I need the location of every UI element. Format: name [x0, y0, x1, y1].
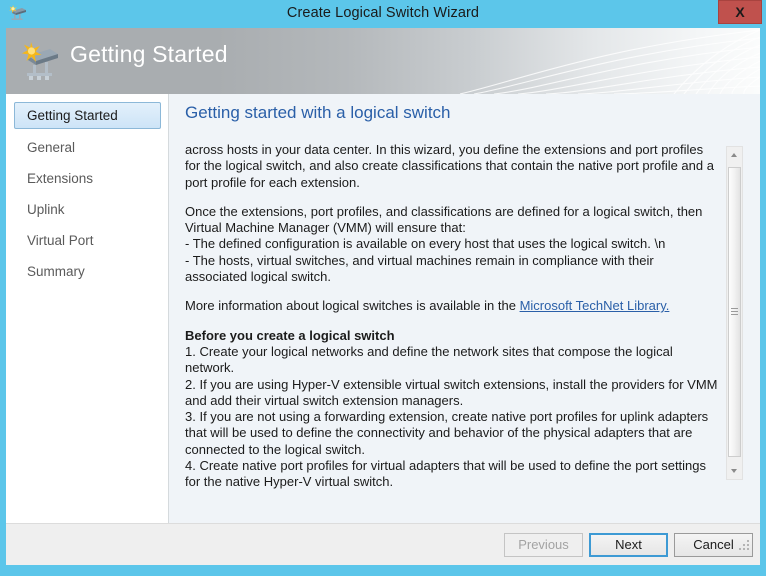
close-button[interactable]: X: [718, 0, 762, 24]
wizard-steps-sidebar: Getting Started General Extensions Uplin…: [6, 94, 169, 523]
paragraph-vmm-line-3: - The hosts, virtual switches, and virtu…: [185, 252, 654, 285]
scrollbar-thumb[interactable]: [728, 167, 741, 457]
sidebar-item-general[interactable]: General: [14, 134, 161, 161]
before-step-4: 4. Create native port profiles for virtu…: [185, 458, 707, 490]
logical-switch-icon: [20, 39, 64, 83]
wizard-footer: Previous Next Cancel: [6, 523, 760, 565]
chevron-up-icon[interactable]: [727, 147, 742, 164]
sidebar-item-summary[interactable]: Summary: [14, 258, 161, 285]
chevron-down-icon[interactable]: [727, 462, 742, 479]
before-step-2: 2. If you are using Hyper-V extensible v…: [185, 376, 718, 408]
before-you-create-heading: Before you create a logical switch: [185, 327, 395, 343]
wizard-window: Create Logical Switch Wizard X Getting S…: [0, 0, 766, 576]
paragraph-vmm-line-2: - The defined configuration is available…: [185, 236, 666, 252]
title-bar: Create Logical Switch Wizard X: [0, 0, 766, 28]
resize-grip-icon[interactable]: [739, 540, 751, 552]
before-step-1: 1. Create your logical networks and defi…: [185, 343, 673, 376]
window-title: Create Logical Switch Wizard: [286, 5, 480, 21]
sidebar-item-virtual-port[interactable]: Virtual Port: [14, 227, 161, 254]
next-button[interactable]: Next: [589, 533, 668, 557]
banner-title: Getting Started: [70, 41, 228, 67]
banner-mesh-decoration: [460, 29, 760, 94]
wizard-content-panel: Getting started with a logical switch ac…: [169, 94, 760, 523]
paragraph-vmm-line-1: Once the extensions, port profiles, and …: [185, 203, 703, 236]
previous-button[interactable]: Previous: [504, 533, 583, 557]
content-scroll-area[interactable]: across hosts in your data center. In thi…: [169, 142, 760, 523]
sidebar-item-uplink[interactable]: Uplink: [14, 196, 161, 223]
before-step-3: 3. If you are not using a forwarding ext…: [185, 409, 709, 457]
wizard-banner: Getting Started: [6, 28, 760, 94]
sidebar-item-getting-started[interactable]: Getting Started: [14, 102, 161, 129]
scrollbar-grip: [731, 308, 738, 316]
page-title: Getting started with a logical switch: [185, 103, 451, 122]
paragraph-more-info: More information about logical switches …: [185, 298, 719, 314]
sidebar-item-extensions[interactable]: Extensions: [14, 165, 161, 192]
content-scrollbar[interactable]: [726, 146, 743, 480]
paragraph-intro: across hosts in your data center. In thi…: [185, 142, 714, 190]
more-info-prefix: More information about logical switches …: [185, 298, 520, 314]
technet-library-link[interactable]: Microsoft TechNet Library.: [520, 298, 670, 313]
getting-started-text: across hosts in your data center. In thi…: [185, 142, 719, 491]
